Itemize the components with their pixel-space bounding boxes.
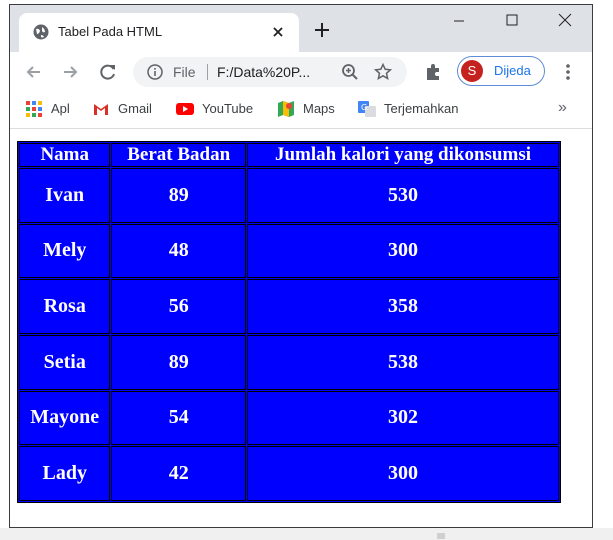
bookmarks-bar: Apl Gmail YouTube Maps G Terjemahkan »: [10, 91, 592, 129]
browser-window: Tabel Pada HTML File F:/Data%20P... S Di…: [9, 4, 593, 528]
table-cell: 358: [246, 279, 559, 334]
avatar: S: [461, 60, 483, 82]
table-row: Rosa 56 358: [19, 279, 559, 334]
maps-icon: [278, 101, 294, 117]
browser-toolbar: File F:/Data%20P... S Dijeda: [10, 52, 592, 91]
forward-icon[interactable]: [60, 62, 80, 82]
address-bar[interactable]: File F:/Data%20P...: [133, 57, 407, 87]
youtube-icon: [176, 103, 194, 115]
tab-title: Tabel Pada HTML: [58, 24, 163, 39]
back-icon[interactable]: [24, 62, 44, 82]
bookmark-label: Gmail: [118, 101, 152, 116]
zoom-icon[interactable]: [341, 63, 359, 81]
table-cell: 48: [111, 223, 246, 279]
column-header: Jumlah kalori yang dikonsumsi: [246, 143, 559, 167]
column-header: Berat Badan: [111, 143, 246, 167]
table-cell: 54: [111, 390, 246, 446]
table-cell: 89: [111, 334, 246, 390]
table-cell: Lady: [19, 446, 111, 501]
more-menu-icon[interactable]: [558, 62, 578, 82]
address-separator: [207, 64, 208, 80]
gmail-icon: [94, 104, 108, 115]
extensions-icon[interactable]: [423, 62, 443, 82]
bookmark-maps[interactable]: Maps: [277, 100, 341, 118]
bookmark-label: Terjemahkan: [384, 101, 459, 116]
tab-strip: Tabel Pada HTML: [10, 5, 592, 52]
table-header-row: Nama Berat Badan Jumlah kalori yang diko…: [19, 143, 559, 167]
table-row: Mely 48 300: [19, 223, 559, 279]
apps-grid-icon: [26, 101, 42, 117]
column-header: Nama: [19, 143, 111, 167]
table-cell: Rosa: [19, 279, 111, 334]
tab-active[interactable]: Tabel Pada HTML: [19, 13, 299, 52]
minimize-icon[interactable]: [445, 10, 473, 30]
data-table: Nama Berat Badan Jumlah kalori yang diko…: [17, 141, 561, 503]
table-cell: Mayone: [19, 390, 111, 446]
page-content: Nama Berat Badan Jumlah kalori yang diko…: [10, 129, 592, 527]
table-cell: 538: [246, 334, 559, 390]
star-icon[interactable]: [374, 63, 392, 81]
file-label: File: [173, 64, 196, 80]
tab-close-icon[interactable]: [271, 25, 285, 39]
bookmark-label: Apl: [51, 101, 70, 116]
close-window-icon[interactable]: [551, 10, 579, 30]
profile-name: Dijeda: [494, 63, 531, 78]
info-icon[interactable]: [147, 64, 163, 80]
table-cell: 300: [246, 223, 559, 279]
reload-icon[interactable]: [98, 62, 118, 82]
bookmark-translate[interactable]: G Terjemahkan: [358, 100, 473, 118]
bookmark-apps[interactable]: Apl: [25, 100, 80, 118]
table-cell: 56: [111, 279, 246, 334]
bookmark-gmail[interactable]: Gmail: [92, 100, 164, 118]
table-cell: 300: [246, 446, 559, 501]
table-row: Ivan 89 530: [19, 168, 559, 223]
svg-text:G: G: [361, 103, 367, 112]
url-text[interactable]: F:/Data%20P...: [217, 64, 310, 80]
table-cell: 89: [111, 168, 246, 223]
profile-button[interactable]: S Dijeda: [457, 56, 545, 86]
more-bookmarks-icon[interactable]: »: [558, 99, 567, 117]
globe-icon: [33, 24, 49, 40]
maximize-icon[interactable]: [498, 10, 526, 30]
table-cell: 42: [111, 446, 246, 501]
translate-icon: G: [358, 101, 376, 117]
bookmark-label: Maps: [303, 101, 335, 116]
table-row: Setia 89 538: [19, 334, 559, 390]
table-cell: 530: [246, 168, 559, 223]
taskbar-strip: [0, 528, 613, 540]
grip-icon: [437, 533, 445, 539]
table-cell: Mely: [19, 223, 111, 279]
table-cell: 302: [246, 390, 559, 446]
table-row: Mayone 54 302: [19, 390, 559, 446]
table-cell: Setia: [19, 334, 111, 390]
new-tab-icon[interactable]: [314, 22, 330, 38]
table-cell: Ivan: [19, 168, 111, 223]
bookmark-youtube[interactable]: YouTube: [176, 100, 266, 118]
bookmark-label: YouTube: [202, 101, 254, 116]
table-row: Lady 42 300: [19, 446, 559, 501]
